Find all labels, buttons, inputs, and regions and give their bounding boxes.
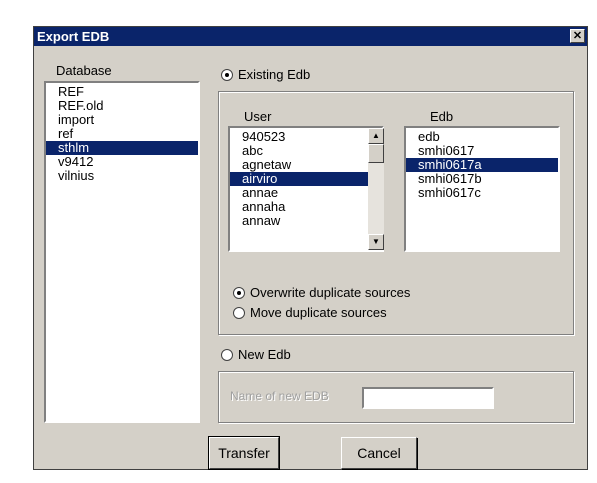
close-icon: ✕ bbox=[572, 30, 583, 42]
dialog-title: Export EDB bbox=[37, 29, 110, 44]
new-edb-radio[interactable] bbox=[221, 349, 233, 361]
edb-list-item[interactable]: smhi0617b bbox=[406, 172, 558, 186]
edb-list-item[interactable]: smhi0617a bbox=[406, 158, 558, 172]
overwrite-label: Overwrite duplicate sources bbox=[250, 285, 411, 300]
user-list-scrollbar[interactable]: ▲ ▼ bbox=[368, 128, 384, 250]
export-edb-dialog: Export EDB ✕ Database REF REF.old import re… bbox=[33, 26, 588, 470]
database-list-item[interactable]: REF bbox=[46, 85, 198, 99]
edb-label: Edb bbox=[430, 109, 454, 124]
database-list-item[interactable]: ref bbox=[46, 127, 198, 141]
database-list-item[interactable]: import bbox=[46, 113, 198, 127]
user-list-item[interactable]: agnetaw bbox=[230, 158, 382, 172]
existing-edb-label: Existing Edb bbox=[238, 67, 311, 82]
title-bar: Export EDB bbox=[34, 27, 587, 46]
database-list-item[interactable]: vilnius bbox=[46, 169, 198, 183]
scroll-down-icon: ▼ bbox=[372, 237, 380, 246]
scroll-down-button[interactable]: ▼ bbox=[368, 234, 384, 250]
transfer-button[interactable]: Transfer bbox=[208, 436, 280, 470]
database-label: Database bbox=[56, 63, 112, 78]
user-list-item[interactable]: annaha bbox=[230, 200, 382, 214]
move-radio[interactable] bbox=[233, 307, 245, 319]
close-button[interactable]: ✕ bbox=[570, 29, 585, 43]
user-list-item[interactable]: 940523 bbox=[230, 130, 382, 144]
user-list-item[interactable]: airviro bbox=[230, 172, 382, 186]
user-list-item[interactable]: annae bbox=[230, 186, 382, 200]
user-list[interactable]: 940523 abc agnetaw airviro annae annaha annaw bbox=[228, 126, 384, 252]
edb-list-item[interactable]: edb bbox=[406, 130, 558, 144]
database-list[interactable]: REF REF.old import ref sthlm v9412 vilnius bbox=[44, 81, 200, 423]
scroll-up-button[interactable]: ▲ bbox=[368, 128, 384, 144]
overwrite-radio[interactable] bbox=[233, 287, 245, 299]
user-label: User bbox=[244, 109, 272, 124]
transfer-label: Transfer bbox=[218, 445, 270, 461]
cancel-button[interactable]: Cancel bbox=[341, 437, 417, 469]
new-edb-name-input[interactable] bbox=[362, 387, 494, 409]
user-list-item[interactable]: annaw bbox=[230, 214, 382, 228]
database-list-item[interactable]: sthlm bbox=[46, 141, 198, 155]
cancel-label: Cancel bbox=[357, 445, 401, 461]
move-label: Move duplicate sources bbox=[250, 305, 387, 320]
scroll-thumb[interactable] bbox=[368, 144, 384, 163]
new-edb-name-label: Name of new EDB bbox=[230, 389, 329, 403]
edb-list[interactable]: edb smhi0617 smhi0617a smhi0617b smhi0617c bbox=[404, 126, 560, 252]
edb-list-item[interactable]: smhi0617 bbox=[406, 144, 558, 158]
scroll-up-icon: ▲ bbox=[372, 131, 380, 140]
user-list-item[interactable]: abc bbox=[230, 144, 382, 158]
database-list-item[interactable]: v9412 bbox=[46, 155, 198, 169]
database-list-item[interactable]: REF.old bbox=[46, 99, 198, 113]
new-edb-label: New Edb bbox=[238, 347, 291, 362]
edb-list-item[interactable]: smhi0617c bbox=[406, 186, 558, 200]
existing-edb-radio[interactable] bbox=[221, 69, 233, 81]
